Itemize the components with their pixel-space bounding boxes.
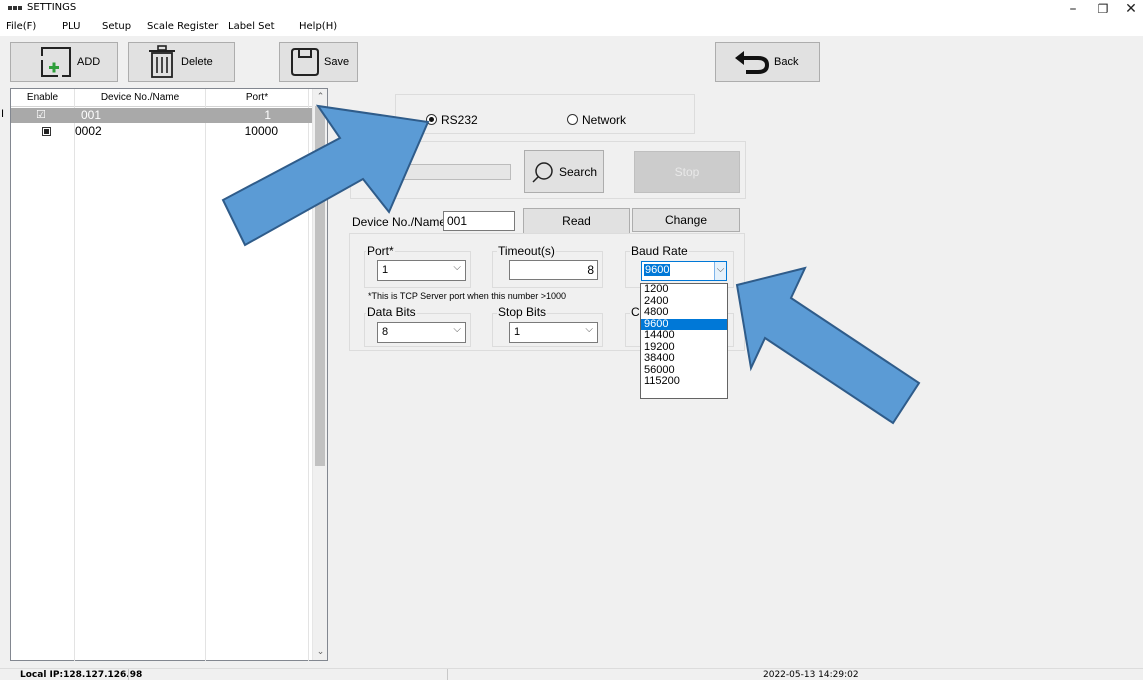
column-device-name[interactable]: Device No./Name [75, 92, 205, 103]
menu-plu[interactable]: PLU [62, 21, 80, 32]
trash-icon [149, 45, 175, 78]
port-label: Port* [366, 244, 395, 258]
data-bits-label: Data Bits [366, 305, 417, 319]
table-row[interactable]: I ☑ 001 1 [1, 108, 313, 123]
device-name-cell: 001 [81, 108, 102, 122]
toolbar: ADD Delete Save Back [0, 37, 1143, 87]
device-name-input[interactable]: 001 [443, 211, 515, 231]
scroll-up-icon[interactable]: ⌃ [313, 91, 328, 105]
chevron-down-icon: ⌵ [585, 324, 593, 335]
search-label: Search [558, 164, 598, 179]
baud-rate-value: 9600 [644, 264, 671, 276]
stop-bits-value: 1 [514, 326, 521, 338]
chevron-down-icon: ⌵ [453, 262, 461, 273]
menu-bar: File(F) PLU Setup Scale Register Label S… [0, 20, 1143, 36]
datetime-text: 2022-05-13 14:29:02 [763, 670, 859, 680]
scroll-down-icon[interactable]: ⌄ [313, 646, 328, 660]
device-name-label: Device No./Name [352, 215, 447, 229]
title-bar: SETTINGS – ❐ ✕ [0, 0, 1143, 20]
close-button[interactable]: ✕ [1116, 0, 1143, 20]
status-bar: Local IP:128.127.126.98 2022-05-13 14:29… [0, 668, 1143, 680]
save-icon [291, 48, 319, 76]
save-label: Save [324, 56, 350, 68]
add-icon [41, 47, 71, 77]
network-radio[interactable] [567, 114, 578, 125]
rs232-radio[interactable] [426, 114, 437, 125]
baud-option[interactable]: 14400 [641, 329, 727, 342]
window-title: SETTINGS [27, 2, 77, 13]
device-name-cell: 0002 [75, 124, 102, 138]
menu-help[interactable]: Help(H) [299, 21, 337, 32]
device-list-header: Enable Device No./Name Port* [11, 89, 313, 107]
change-button[interactable]: Change [632, 208, 740, 232]
read-button[interactable]: Read [523, 208, 630, 234]
back-label: Back [774, 56, 799, 68]
network-label[interactable]: Network [582, 113, 626, 127]
device-list[interactable]: Enable Device No./Name Port* I ☑ 001 1 0… [1, 88, 328, 661]
minimize-button[interactable]: – [1058, 0, 1088, 20]
search-progress-bar [351, 164, 511, 180]
menu-file[interactable]: File(F) [6, 21, 36, 32]
port-select[interactable]: 1 ⌵ [377, 260, 466, 281]
search-group: Search Stop [350, 141, 746, 199]
scroll-thumb[interactable] [315, 106, 325, 466]
search-icon [532, 161, 553, 183]
delete-button[interactable]: Delete [128, 42, 235, 82]
port-cell: 10000 [244, 124, 278, 138]
menu-setup[interactable]: Setup [102, 21, 131, 32]
column-enable[interactable]: Enable [11, 92, 74, 103]
search-button[interactable]: Search [524, 150, 604, 193]
baud-option[interactable]: 4800 [641, 306, 727, 319]
restore-button[interactable]: ❐ [1088, 0, 1118, 20]
tcp-note: *This is TCP Server port when this numbe… [368, 291, 567, 301]
timeout-label: Timeout(s) [497, 244, 556, 258]
stop-button[interactable]: Stop [634, 151, 740, 193]
menu-scale-register[interactable]: Scale Register [147, 21, 218, 32]
save-button[interactable]: Save [279, 42, 358, 82]
arrow-pointing-baud-rate [735, 266, 921, 425]
data-bits-value: 8 [382, 326, 389, 338]
menu-label-set[interactable]: Label Set [228, 21, 275, 32]
enable-checkbox[interactable] [42, 127, 51, 136]
back-arrow-icon [735, 51, 770, 74]
timeout-input[interactable]: 8 [509, 260, 598, 280]
port-value: 1 [382, 264, 389, 276]
baud-rate-label: Baud Rate [630, 244, 689, 258]
baud-rate-select[interactable]: 9600 ⌵ [641, 261, 727, 281]
delete-label: Delete [181, 56, 213, 68]
rs232-label[interactable]: RS232 [441, 113, 478, 127]
add-button[interactable]: ADD [10, 42, 118, 82]
connection-type-group: RS232 Network [395, 94, 695, 134]
enable-checkbox[interactable]: ☑ [36, 108, 46, 121]
local-ip-text: Local IP:128.127.126.98 [20, 670, 143, 680]
stop-bits-label: Stop Bits [497, 305, 548, 319]
data-bits-select[interactable]: 8 ⌵ [377, 322, 466, 343]
stop-bits-select[interactable]: 1 ⌵ [509, 322, 598, 343]
text-cursor-icon: I [1, 108, 5, 120]
port-cell: 1 [264, 108, 271, 122]
chevron-down-icon[interactable]: ⌵ [714, 262, 726, 280]
app-icon [8, 3, 22, 13]
baud-option[interactable]: 115200 [641, 375, 727, 388]
baud-option[interactable]: 1200 [641, 283, 727, 296]
add-label: ADD [77, 56, 101, 68]
column-port[interactable]: Port* [206, 92, 308, 103]
back-button[interactable]: Back [715, 42, 820, 82]
baud-option[interactable]: 38400 [641, 352, 727, 365]
baud-rate-dropdown[interactable]: 1200 2400 4800 9600 14400 19200 38400 56… [640, 283, 728, 399]
chevron-down-icon: ⌵ [453, 324, 461, 335]
table-row[interactable]: 0002 10000 [11, 124, 313, 139]
device-list-scrollbar[interactable]: ⌃ ⌄ [312, 89, 327, 660]
